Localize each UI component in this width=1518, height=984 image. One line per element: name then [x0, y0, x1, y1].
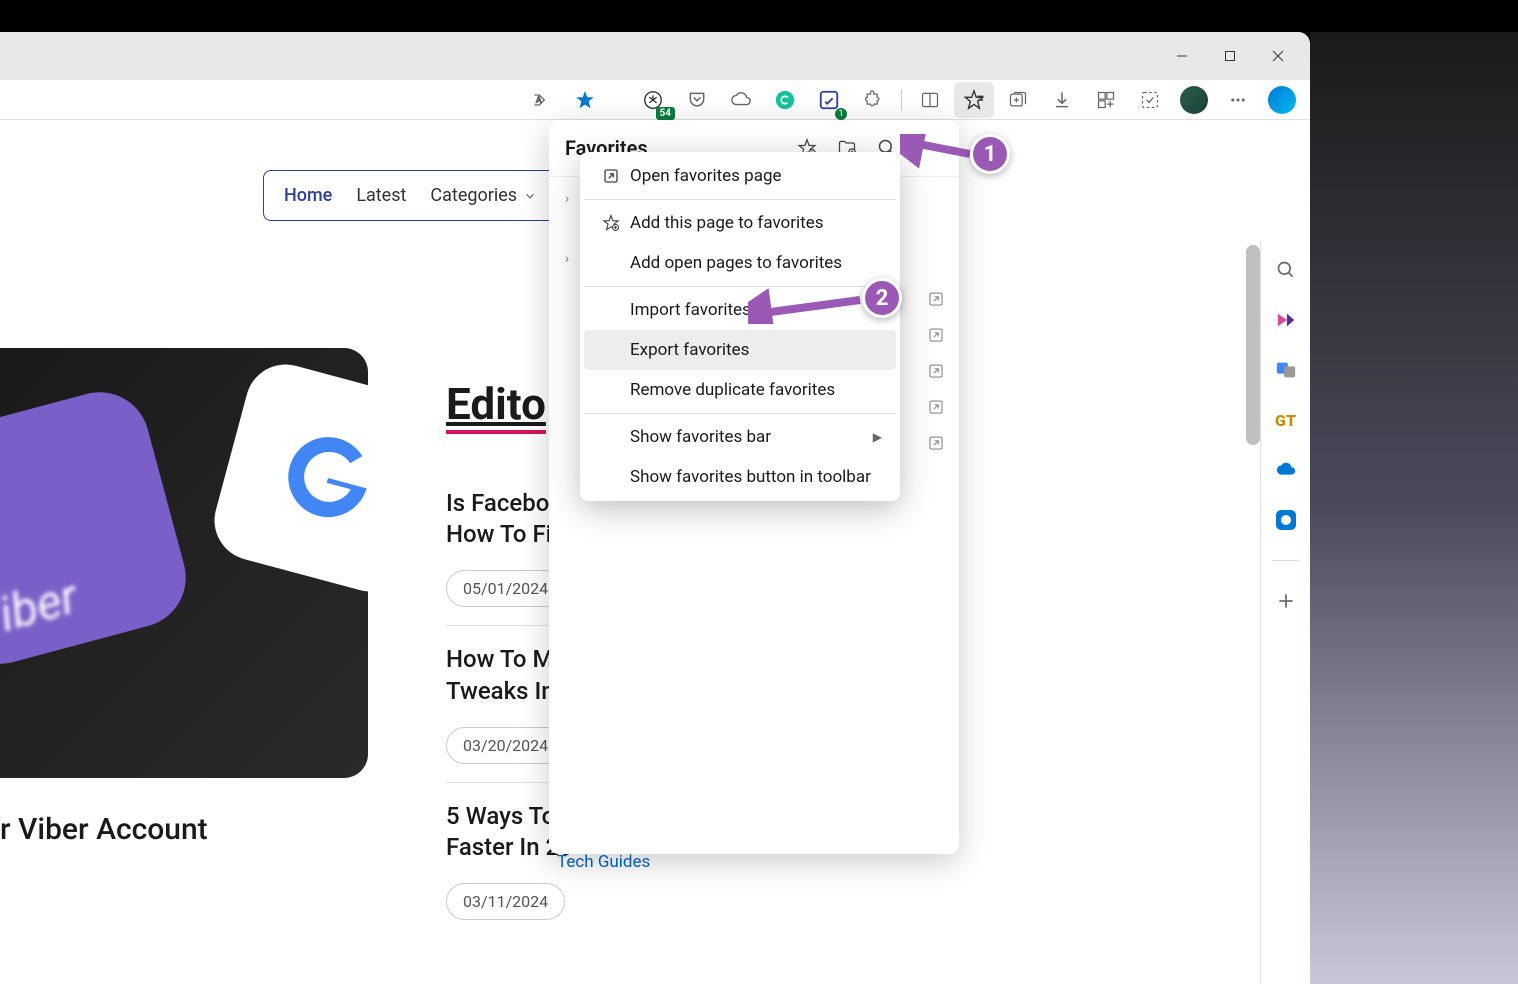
open-link-icon[interactable] [927, 290, 945, 308]
page-navigation: Home Latest Categories In [263, 170, 597, 221]
menu-add-page[interactable]: Add this page to favorites [584, 203, 896, 243]
menu-divider [584, 413, 896, 414]
browser-toolbar: A 54 1 [0, 80, 1310, 120]
nav-categories[interactable]: Categories [430, 185, 537, 206]
extensions-icon[interactable] [853, 82, 893, 118]
menu-show-favorites-button[interactable]: Show favorites button in toolbar [584, 457, 896, 497]
split-screen-icon[interactable] [910, 82, 950, 118]
titlebar [0, 32, 1310, 80]
google-app-icon [206, 356, 368, 601]
article-date: 05/01/2024 [446, 570, 565, 607]
screenshot-icon[interactable] [1130, 82, 1170, 118]
nav-latest[interactable]: Latest [356, 185, 406, 206]
minimize-button[interactable] [1158, 36, 1206, 76]
open-link-icon[interactable] [927, 398, 945, 416]
viber-logo-text: Viber [0, 568, 83, 651]
copilot-icon[interactable] [1262, 82, 1302, 118]
favorites-context-menu: Open favorites page Add this page to fav… [580, 152, 900, 501]
svg-text:A: A [536, 95, 542, 105]
maximize-button[interactable] [1206, 36, 1254, 76]
article-date: 03/20/2024 [446, 727, 565, 764]
open-link-icon[interactable] [927, 362, 945, 380]
sidebar-gt-icon[interactable]: GT [1270, 404, 1302, 436]
viber-app-icon: Viber [0, 381, 197, 675]
close-button[interactable] [1254, 36, 1302, 76]
featured-article-title[interactable]: r Viber Account [0, 812, 208, 847]
edge-sidebar: GT [1260, 240, 1310, 984]
sidebar-outlook-icon[interactable] [1270, 504, 1302, 536]
settings-menu-icon[interactable] [1218, 82, 1258, 118]
menu-add-open-pages[interactable]: Add open pages to favorites [584, 243, 896, 283]
extension-malware-icon[interactable]: 54 [633, 82, 673, 118]
open-link-icon[interactable] [927, 326, 945, 344]
tech-guides-link[interactable]: Tech Guides [557, 852, 650, 872]
nav-categories-label: Categories [430, 185, 517, 206]
favorites-button[interactable] [954, 82, 994, 118]
downloads-icon[interactable] [1042, 82, 1082, 118]
badge-count: 1 [835, 108, 847, 120]
cloud-icon[interactable] [721, 82, 761, 118]
open-link-icon[interactable] [927, 434, 945, 452]
menu-divider [584, 199, 896, 200]
featured-article-image: Viber [0, 348, 368, 778]
callout-badge-1: 1 [970, 134, 1010, 174]
sidebar-search-icon[interactable] [1270, 254, 1302, 286]
menu-remove-duplicates[interactable]: Remove duplicate favorites [584, 370, 896, 410]
pocket-icon[interactable] [677, 82, 717, 118]
menu-export-favorites[interactable]: Export favorites [584, 330, 896, 370]
article-date: 03/11/2024 [446, 883, 565, 920]
todoist-icon[interactable]: 1 [809, 82, 849, 118]
nav-home[interactable]: Home [284, 185, 332, 206]
profile-avatar[interactable] [1174, 82, 1214, 118]
favorite-star-icon[interactable] [565, 82, 605, 118]
toolbar-divider [901, 89, 902, 111]
grammarly-icon[interactable] [765, 82, 805, 118]
sidebar-power-automate-icon[interactable] [1270, 304, 1302, 336]
sidebar-add-icon[interactable] [1270, 585, 1302, 617]
scrollbar[interactable] [1246, 245, 1260, 445]
menu-show-favorites-bar[interactable]: Show favorites bar ▶ [584, 417, 896, 457]
editor-heading: Edito [446, 378, 546, 434]
menu-open-favorites-page[interactable]: Open favorites page [584, 156, 896, 196]
apps-icon[interactable] [1086, 82, 1126, 118]
open-external-icon [598, 167, 624, 185]
star-add-icon [598, 214, 624, 232]
desktop-background [1310, 32, 1518, 984]
badge-count: 54 [656, 107, 675, 120]
chevron-down-icon [523, 189, 537, 203]
read-aloud-icon[interactable]: A [521, 82, 561, 118]
collections-icon[interactable] [998, 82, 1038, 118]
chevron-right-icon: ▶ [873, 430, 882, 444]
sidebar-onedrive-icon[interactable] [1270, 454, 1302, 486]
window-controls [1158, 36, 1302, 76]
sidebar-divider [1272, 560, 1300, 561]
sidebar-translate-icon[interactable] [1270, 354, 1302, 386]
callout-badge-2: 2 [862, 278, 902, 318]
